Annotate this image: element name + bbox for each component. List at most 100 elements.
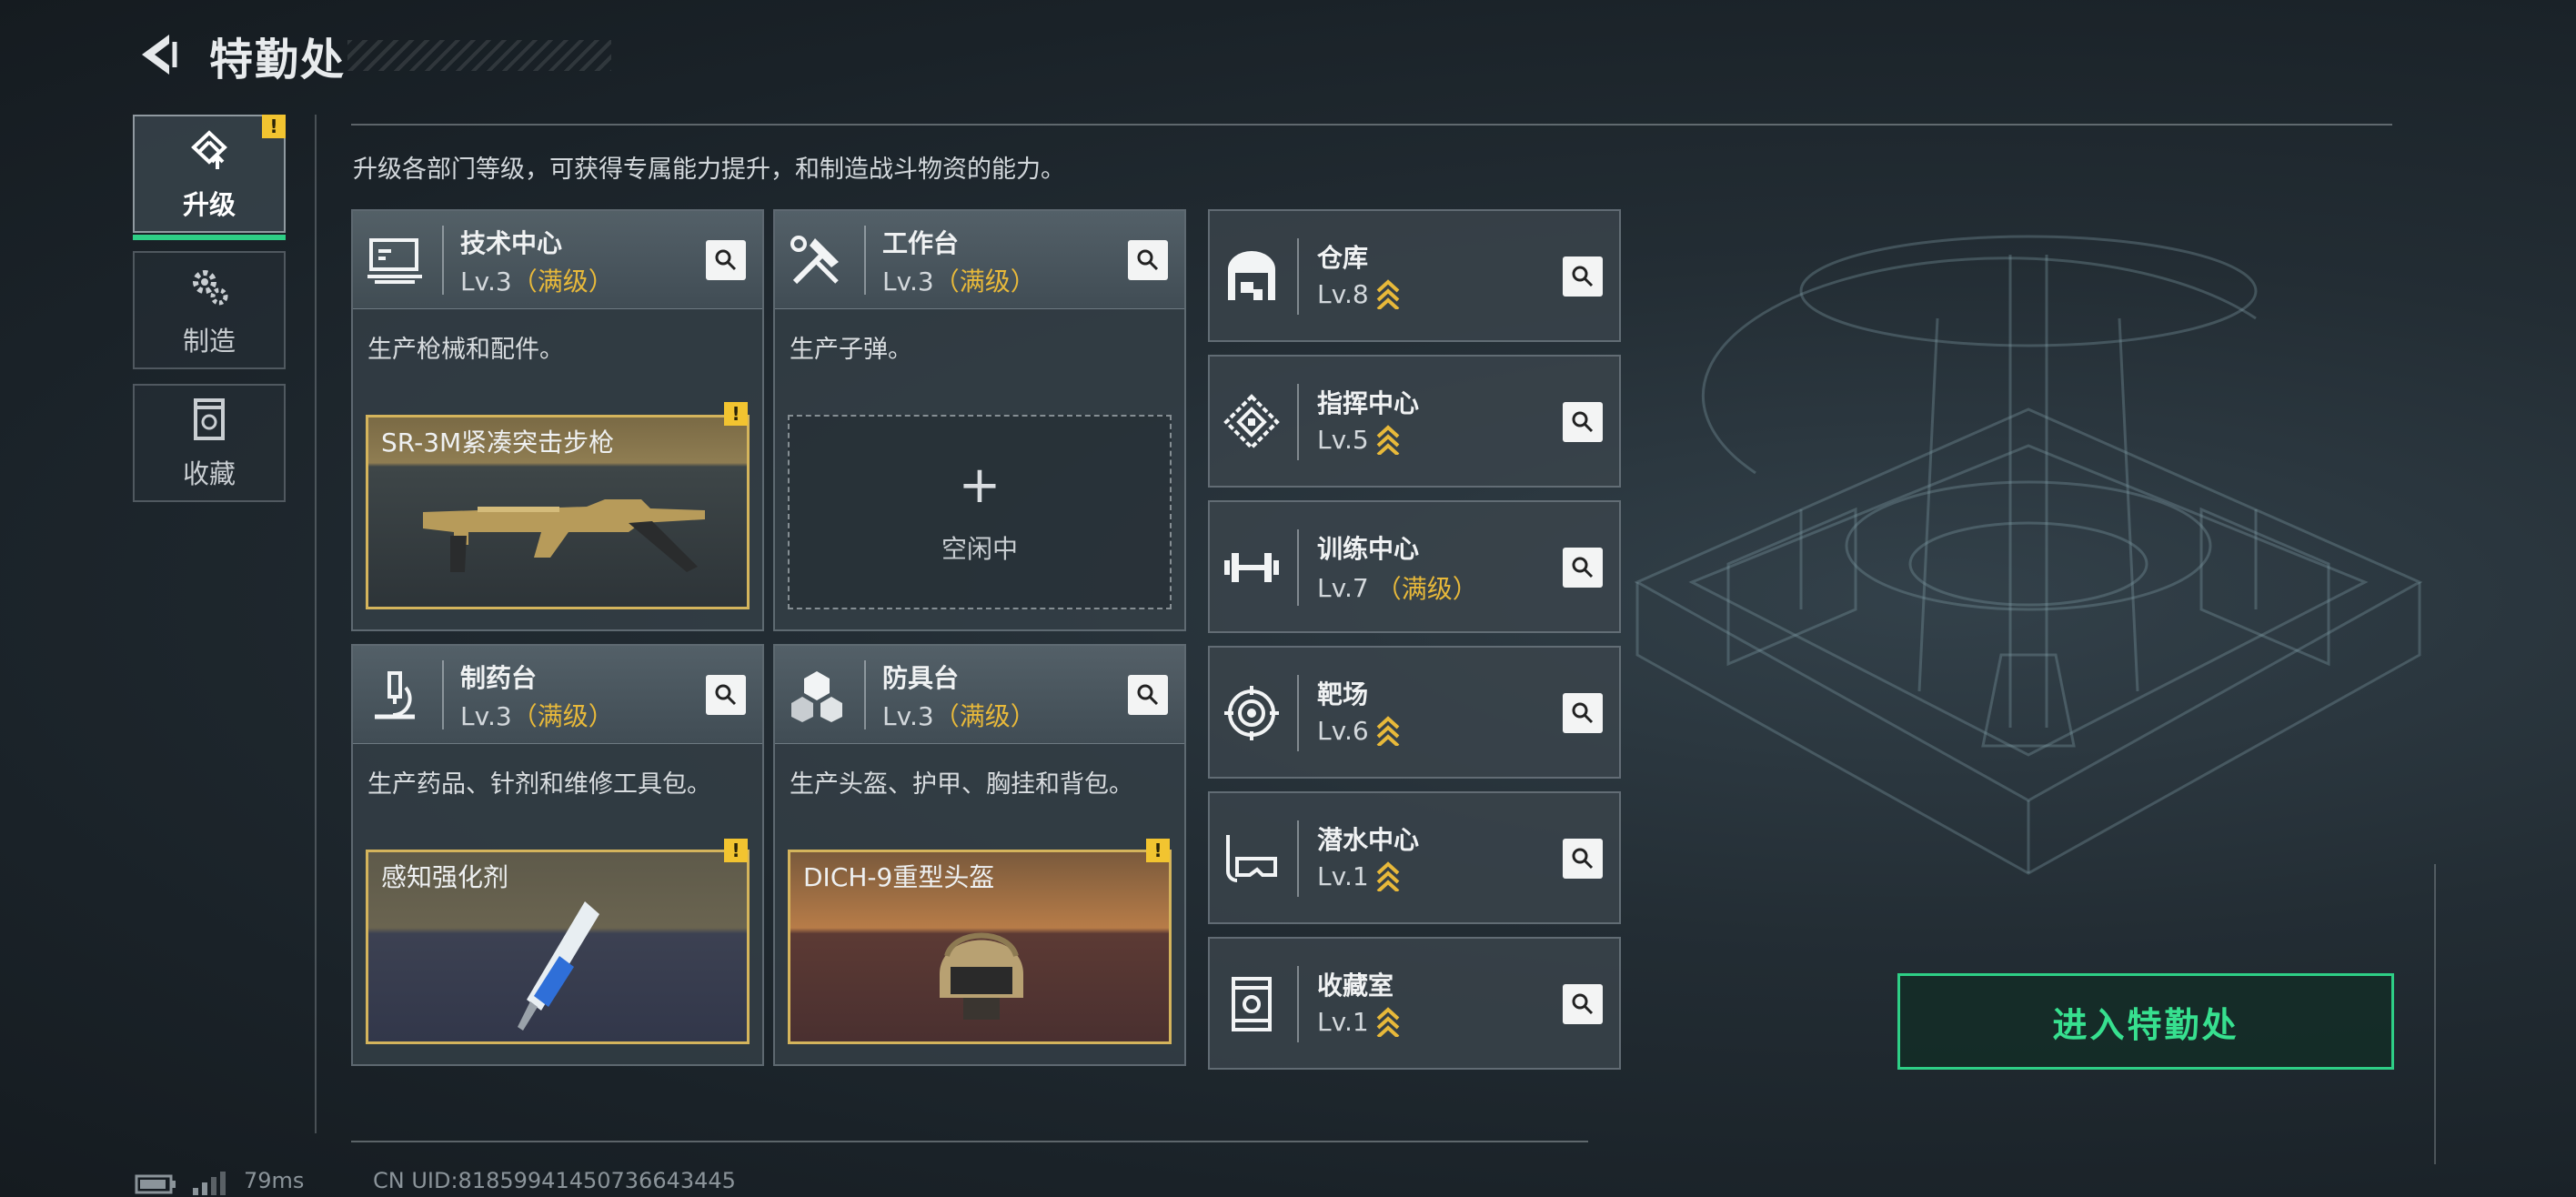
- search-button[interactable]: [1563, 693, 1603, 733]
- department-level: Lv.3（满级）: [460, 701, 614, 731]
- collection-icon: [194, 398, 225, 440]
- department-description: 生产药品、针剂和维修工具包。: [367, 770, 711, 799]
- search-icon: [1137, 684, 1159, 706]
- facility-level: Lv.7 （满级）: [1317, 572, 1478, 605]
- search-button[interactable]: [1563, 984, 1603, 1024]
- facility-name: 靶场: [1317, 679, 1369, 709]
- search-button[interactable]: [1563, 256, 1603, 297]
- helmet-icon: [940, 932, 1023, 1020]
- department-card-workbench[interactable]: 工作台 Lv.3（满级） 生产子弹。 + 空闲中: [773, 209, 1186, 631]
- facility-name: 仓库: [1317, 243, 1369, 273]
- active-tab-indicator: [133, 235, 286, 240]
- search-button[interactable]: [1563, 402, 1603, 442]
- frame-left-line: [315, 115, 317, 1133]
- trophy-case-icon: [1232, 977, 1272, 1031]
- user-uid: CN UID:81859941450736643445: [373, 1168, 736, 1193]
- target-icon: [1224, 686, 1279, 740]
- search-icon: [1572, 702, 1594, 724]
- enter-special-ops-button[interactable]: 进入特勤处: [1897, 973, 2394, 1070]
- facility-row-training-center[interactable]: 训练中心 Lv.7 （满级）: [1208, 500, 1621, 633]
- slot-item-name: SR-3M紧凑突击步枪: [381, 428, 615, 458]
- card-header: 技术中心 Lv.3（满级）: [353, 211, 762, 309]
- slot-item-name: DICH-9重型头盔: [803, 862, 995, 892]
- page-subtitle: 升级各部门等级，可获得专属能力提升，和制造战斗物资的能力。: [353, 156, 1065, 184]
- department-description: 生产头盔、护甲、胸挂和背包。: [790, 770, 1133, 799]
- nav-tab-craft[interactable]: 制造: [133, 251, 286, 369]
- nav-tab-upgrade[interactable]: 升级 !: [133, 115, 286, 240]
- card-header: 工作台 Lv.3（满级）: [775, 211, 1184, 309]
- search-icon: [1572, 266, 1594, 287]
- search-icon: [1572, 848, 1594, 870]
- title-decoration: [347, 40, 611, 71]
- syringe-icon: [518, 901, 599, 1031]
- warning-icon: !: [724, 839, 748, 862]
- rifle-icon: [423, 499, 705, 572]
- search-button[interactable]: [1128, 675, 1168, 715]
- slot-idle-label: 空闲中: [941, 534, 1018, 564]
- slot-item-name: 感知强化剂: [381, 862, 509, 892]
- search-button[interactable]: [1128, 240, 1168, 280]
- nav-label-collection: 收藏: [182, 458, 236, 489]
- facility-level: Lv.1: [1317, 1006, 1400, 1037]
- facility-row-collection-room[interactable]: 收藏室 Lv.1: [1208, 937, 1621, 1070]
- search-icon: [1572, 411, 1594, 433]
- facility-level: Lv.5: [1317, 424, 1400, 455]
- production-slot[interactable]: SR-3M紧凑突击步枪: [366, 415, 750, 609]
- monitor-icon: [367, 238, 422, 284]
- nav-tab-collection[interactable]: 收藏: [133, 384, 286, 502]
- tools-icon: [790, 236, 839, 285]
- search-button[interactable]: [1563, 839, 1603, 879]
- department-level: Lv.3（满级）: [882, 701, 1036, 731]
- facility-row-shooting-range[interactable]: 靶场 Lv.6: [1208, 646, 1621, 779]
- facility-row-command-center[interactable]: 指挥中心 Lv.5: [1208, 355, 1621, 488]
- upgrade-available-icon: [1376, 861, 1400, 891]
- department-card-armor-bench[interactable]: 防具台 Lv.3（满级） 生产头盔、护甲、胸挂和背包。 DICH-9重型头盔 !: [773, 644, 1186, 1066]
- frame-top-line: [351, 124, 2392, 126]
- latency-readout: 79ms: [244, 1168, 305, 1193]
- facility-level: Lv.1: [1317, 860, 1400, 891]
- department-level: Lv.3（满级）: [460, 267, 614, 297]
- command-icon: [1223, 394, 1280, 450]
- diving-mask-icon: [1226, 835, 1277, 882]
- department-name: 工作台: [882, 228, 960, 258]
- department-description: 生产枪械和配件。: [367, 336, 564, 364]
- facility-row-warehouse[interactable]: 仓库 Lv.8: [1208, 209, 1621, 342]
- add-icon: +: [958, 456, 1001, 515]
- search-button[interactable]: [706, 675, 746, 715]
- facility-row-diving-center[interactable]: 潜水中心 Lv.1: [1208, 791, 1621, 924]
- department-name: 技术中心: [460, 228, 563, 258]
- facility-name: 收藏室: [1317, 971, 1394, 1001]
- department-name: 防具台: [882, 663, 960, 693]
- blueprint-base-art: [1634, 235, 2423, 875]
- search-icon: [1572, 557, 1594, 578]
- upgrade-available-icon: [1376, 716, 1400, 746]
- search-icon: [715, 684, 737, 706]
- battery-icon: [135, 1174, 176, 1194]
- frame-right-line: [2434, 864, 2436, 1164]
- department-description: 生产子弹。: [790, 336, 912, 364]
- facility-level: Lv.8: [1317, 278, 1400, 309]
- department-name: 制药台: [460, 663, 538, 693]
- facility-name: 潜水中心: [1317, 825, 1420, 855]
- microscope-icon: [375, 671, 415, 719]
- warehouse-icon: [1228, 251, 1275, 300]
- back-arrow-icon[interactable]: [133, 29, 184, 80]
- facility-name: 训练中心: [1317, 534, 1420, 564]
- production-slot[interactable]: DICH-9重型头盔: [788, 850, 1172, 1044]
- department-card-tech-center[interactable]: 技术中心 Lv.3（满级） 生产枪械和配件。 SR-3M紧凑突击步枪 !: [351, 209, 764, 631]
- department-card-pharmacy[interactable]: 制药台 Lv.3（满级） 生产药品、针剂和维修工具包。 感知强化剂 !: [351, 644, 764, 1066]
- search-button[interactable]: [706, 240, 746, 280]
- signal-icon: [193, 1172, 226, 1195]
- production-slot[interactable]: 感知强化剂: [366, 850, 750, 1044]
- search-button[interactable]: [1563, 548, 1603, 588]
- card-header: 防具台 Lv.3（满级）: [775, 646, 1184, 744]
- card-header: 制药台 Lv.3（满级）: [353, 646, 762, 744]
- search-icon: [715, 249, 737, 271]
- empty-production-slot[interactable]: + 空闲中: [788, 415, 1172, 609]
- cubes-icon: [791, 671, 842, 722]
- upgrade-available-icon: [1376, 425, 1400, 455]
- nav-label-upgrade: 升级: [182, 189, 236, 220]
- gears-icon: [193, 270, 228, 306]
- frame-bottom-line: [351, 1141, 1588, 1142]
- search-icon: [1137, 249, 1159, 271]
